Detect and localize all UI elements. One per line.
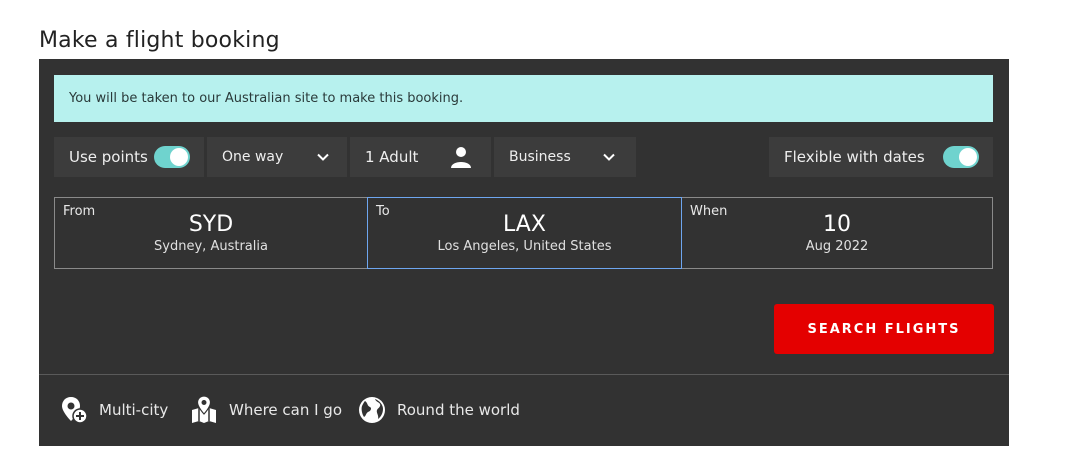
chevron-down-icon: [317, 153, 329, 161]
cabin-class-select[interactable]: Business: [494, 137, 636, 177]
page-title: Make a flight booking: [39, 27, 280, 53]
flexible-dates-toggle-row[interactable]: Flexible with dates: [769, 137, 993, 177]
round-the-world-link[interactable]: Round the world: [357, 394, 520, 426]
flexible-dates-toggle[interactable]: [943, 146, 979, 168]
search-flights-button[interactable]: SEARCH FLIGHTS: [774, 304, 994, 354]
location-plus-icon: [62, 397, 88, 424]
map-pin-icon: [192, 395, 216, 423]
multi-city-link[interactable]: Multi-city: [59, 394, 168, 426]
where-can-i-go-link[interactable]: Where can I go: [189, 394, 342, 426]
passengers-select[interactable]: 1 Adult: [350, 137, 491, 177]
trip-type-select[interactable]: One way: [207, 137, 347, 177]
redirect-notice: You will be taken to our Australian site…: [54, 75, 993, 122]
booking-panel: You will be taken to our Australian site…: [39, 59, 1009, 446]
when-day: 10: [823, 212, 851, 237]
where-can-i-go-label: Where can I go: [229, 401, 343, 419]
round-the-world-label: Round the world: [397, 401, 520, 419]
chevron-down-icon: [603, 153, 615, 161]
cabin-class-value: Business: [509, 149, 571, 165]
to-city: Los Angeles, United States: [437, 239, 612, 254]
use-points-toggle-row[interactable]: Use points: [54, 137, 204, 177]
redirect-notice-text: You will be taken to our Australian site…: [69, 91, 464, 106]
from-field[interactable]: From SYD Sydney, Australia: [54, 197, 367, 269]
flexible-dates-label: Flexible with dates: [784, 148, 925, 166]
divider: [39, 374, 1009, 375]
when-month-year: Aug 2022: [805, 239, 869, 254]
multi-city-label: Multi-city: [99, 401, 169, 419]
person-icon: [451, 147, 471, 168]
when-field[interactable]: When 10 Aug 2022: [682, 197, 993, 269]
use-points-label: Use points: [69, 148, 148, 166]
from-city: Sydney, Australia: [154, 239, 268, 254]
use-points-toggle[interactable]: [154, 146, 190, 168]
passengers-value: 1 Adult: [365, 148, 419, 166]
to-airport-code: LAX: [503, 212, 546, 237]
toggle-knob: [959, 148, 977, 166]
globe-icon: [359, 397, 385, 423]
from-airport-code: SYD: [188, 212, 234, 237]
to-field[interactable]: To LAX Los Angeles, United States: [367, 197, 682, 269]
toggle-knob: [170, 148, 188, 166]
trip-type-value: One way: [222, 149, 284, 165]
